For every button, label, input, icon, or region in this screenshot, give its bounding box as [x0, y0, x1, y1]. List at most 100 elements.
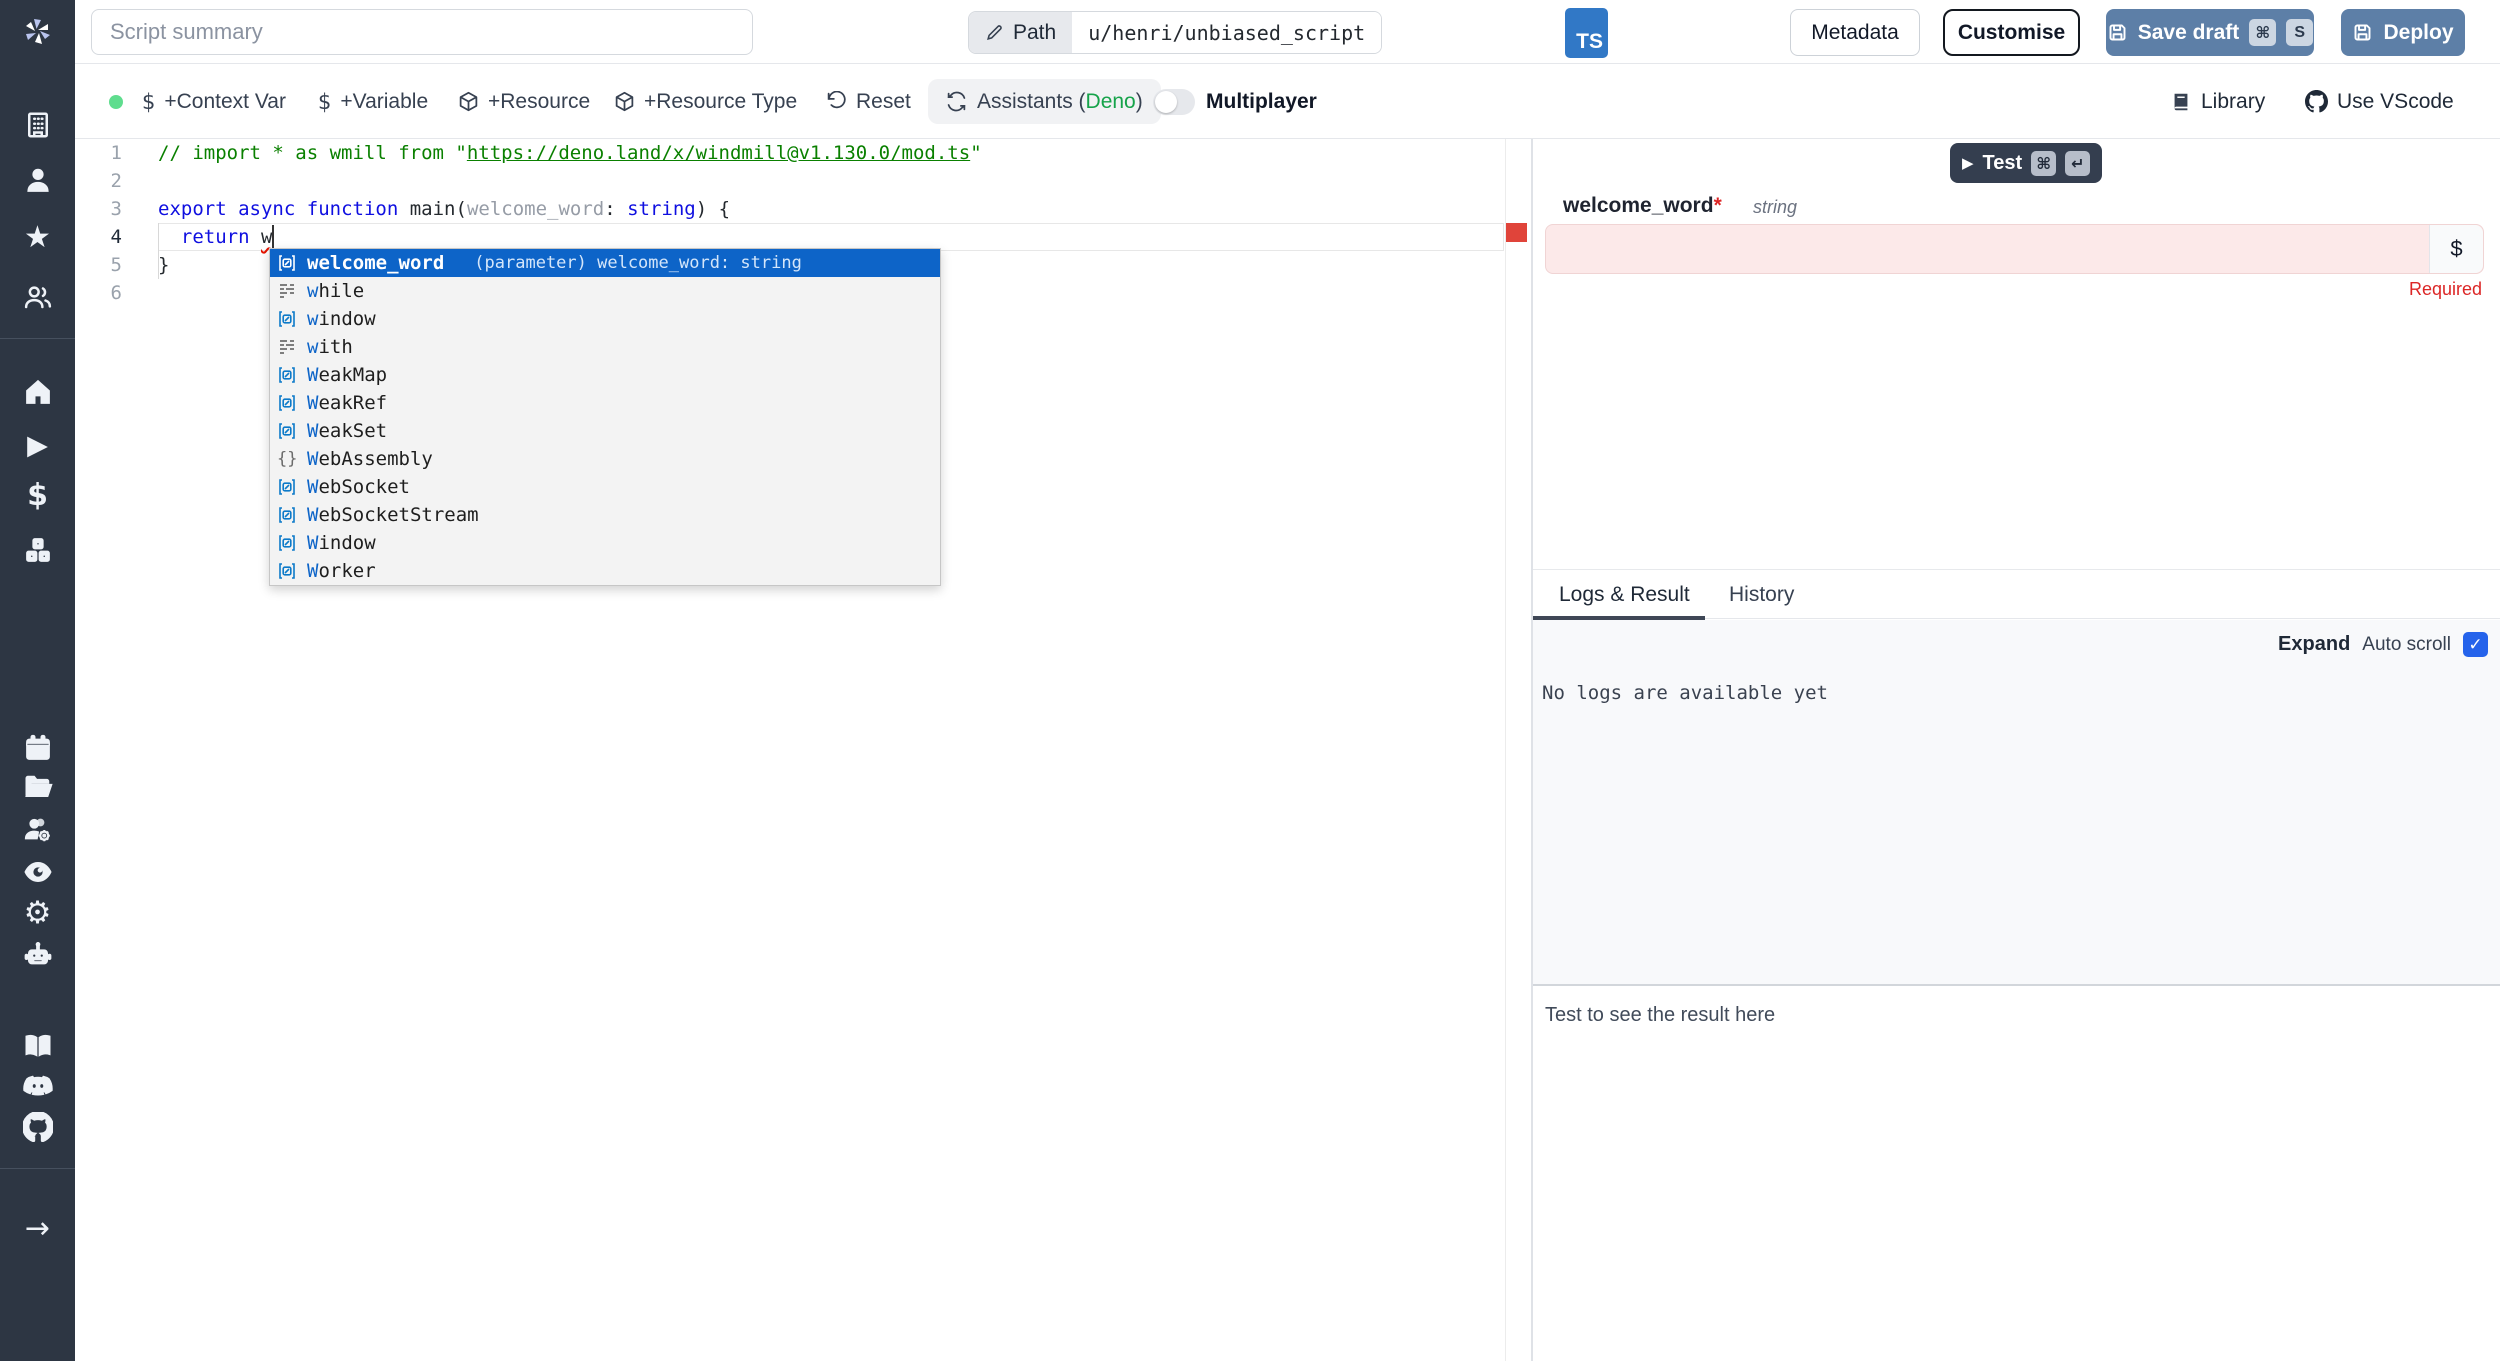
insert-variable-button[interactable]: $ [2429, 225, 2483, 273]
cubes-icon [23, 535, 53, 565]
autocomplete-label: WebSocketStream [307, 504, 479, 526]
line-number[interactable]: 2 [75, 167, 130, 195]
library-button[interactable]: Library [2170, 64, 2265, 139]
tab-history[interactable]: History [1729, 570, 1794, 620]
status-dot [109, 95, 123, 109]
cmd-key-icon: ⌘ [2031, 151, 2056, 176]
sidebar-collapse-button[interactable]: → [0, 1208, 75, 1248]
robot-icon [23, 940, 53, 970]
line-number[interactable]: 1 [75, 139, 130, 167]
overview-ruler[interactable] [1505, 139, 1528, 1361]
autoscroll-checkbox[interactable]: ✓ [2463, 632, 2488, 657]
sidebar-item-workers[interactable] [0, 810, 75, 850]
panel-divider[interactable] [1533, 984, 2500, 986]
sidebar-item-schedules[interactable] [0, 728, 75, 768]
sidebar-item-github[interactable] [0, 1107, 75, 1147]
autocomplete-item-WebSocketStream[interactable]: WebSocketStream [270, 501, 940, 529]
snippet-icon [277, 337, 307, 357]
sidebar-item-workspace[interactable] [0, 105, 75, 145]
parameter-icon [277, 533, 307, 553]
autocomplete-item-WeakRef[interactable]: WeakRef [270, 389, 940, 417]
deploy-label: Deploy [2383, 21, 2453, 45]
logs-empty-message: No logs are available yet [1542, 682, 1828, 704]
windmill-logo-icon[interactable] [0, 8, 75, 56]
customise-label: Customise [1958, 21, 2065, 45]
metadata-button[interactable]: Metadata [1790, 9, 1920, 56]
sidebar-item-audit-logs[interactable] [0, 852, 75, 892]
home-icon [23, 377, 53, 407]
result-tabs: Logs & Result History [1533, 569, 2500, 619]
test-button[interactable]: ▶ Test ⌘ ↵ [1950, 143, 2102, 183]
script-path-chip[interactable]: Path u/henri/unbiased_script [968, 11, 1382, 54]
autocomplete-item-welcome_word[interactable]: welcome_word(parameter) welcome_word: st… [270, 249, 940, 277]
sidebar-item-settings[interactable]: ⚙ [0, 893, 75, 933]
result-placeholder: Test to see the result here [1545, 1004, 1775, 1027]
add-resource-button[interactable]: +Resource [458, 64, 590, 139]
customise-button[interactable]: Customise [1943, 9, 2080, 56]
autocomplete-item-WeakMap[interactable]: WeakMap [270, 361, 940, 389]
assistants-lang: Deno [1086, 90, 1136, 113]
autocomplete-detail: (parameter) welcome_word: string [474, 253, 802, 273]
check-icon: ✓ [2468, 635, 2482, 655]
save-draft-button[interactable]: Save draft ⌘ S [2106, 9, 2314, 56]
code-line [158, 167, 1498, 195]
gear-icon: ⚙ [24, 895, 52, 931]
add-context-var-button[interactable]: $ +Context Var [142, 64, 286, 139]
add-resource-type-button[interactable]: +Resource Type [614, 64, 797, 139]
path-value: u/henri/unbiased_script [1072, 12, 1381, 53]
sidebar-item-docs[interactable] [0, 1025, 75, 1065]
reset-button[interactable]: Reset [826, 64, 911, 139]
sidebar-item-groups[interactable] [0, 277, 75, 317]
folder-open-icon [23, 772, 53, 802]
editor-gutter[interactable]: 123456 [75, 139, 130, 307]
enter-key-icon: ↵ [2065, 151, 2090, 176]
multiplayer-toggle[interactable] [1153, 89, 1195, 115]
refresh-icon [946, 91, 967, 112]
line-number[interactable]: 4 [75, 223, 130, 251]
expand-button[interactable]: Expand [2278, 633, 2350, 656]
sidebar-item-user[interactable] [0, 160, 75, 200]
eye-icon [23, 857, 53, 887]
autocomplete-label: window [307, 308, 376, 330]
autocomplete-label: WebSocket [307, 476, 410, 498]
tab-logs-result[interactable]: Logs & Result [1559, 570, 1690, 620]
add-variable-button[interactable]: $ +Variable [318, 64, 428, 139]
sidebar-divider [0, 338, 75, 339]
sidebar-item-variables[interactable]: $ [0, 475, 75, 515]
sidebar-item-runs[interactable]: ▶ [0, 425, 75, 465]
autocomplete-item-while[interactable]: while [270, 277, 940, 305]
rotate-ccw-icon [826, 91, 847, 112]
sidebar-item-ai[interactable] [0, 935, 75, 975]
autocomplete-label: Worker [307, 560, 376, 582]
autocomplete-item-Worker[interactable]: Worker [270, 557, 940, 585]
deploy-button[interactable]: Deploy [2341, 9, 2465, 56]
multiplayer-label: Multiplayer [1206, 64, 1317, 139]
autocomplete-item-WeakSet[interactable]: WeakSet [270, 417, 940, 445]
autocomplete-item-WebAssembly[interactable]: {}WebAssembly [270, 445, 940, 473]
assistants-label: Assistants ( [977, 90, 1086, 113]
line-number[interactable]: 5 [75, 251, 130, 279]
welcome-word-input[interactable] [1546, 225, 2429, 273]
sidebar-item-favorites[interactable]: ★ [0, 217, 75, 257]
autocomplete-item-WebSocket[interactable]: WebSocket [270, 473, 940, 501]
script-summary-input[interactable] [91, 9, 753, 55]
line-number[interactable]: 6 [75, 279, 130, 307]
discord-icon [23, 1071, 53, 1101]
arg-type-label: string [1753, 197, 1797, 218]
sidebar-item-home[interactable] [0, 372, 75, 412]
sidebar-item-folders[interactable] [0, 767, 75, 807]
assistants-button[interactable]: Assistants (Deno) [928, 79, 1161, 124]
sidebar-item-discord[interactable] [0, 1066, 75, 1106]
braces-icon: {} [277, 449, 297, 469]
use-vscode-button[interactable]: Use VScode [2305, 64, 2454, 139]
add-variable-label: +Variable [340, 90, 428, 114]
required-message: Required [2409, 279, 2482, 300]
line-number[interactable]: 3 [75, 195, 130, 223]
github-icon [2305, 90, 2328, 113]
autocomplete-item-Window[interactable]: Window [270, 529, 940, 557]
cmd-key-icon: ⌘ [2249, 19, 2276, 46]
sidebar: ★ ▶ $ [0, 0, 75, 1361]
autocomplete-item-window[interactable]: window [270, 305, 940, 333]
sidebar-item-resources[interactable] [0, 530, 75, 570]
autocomplete-item-with[interactable]: with [270, 333, 940, 361]
